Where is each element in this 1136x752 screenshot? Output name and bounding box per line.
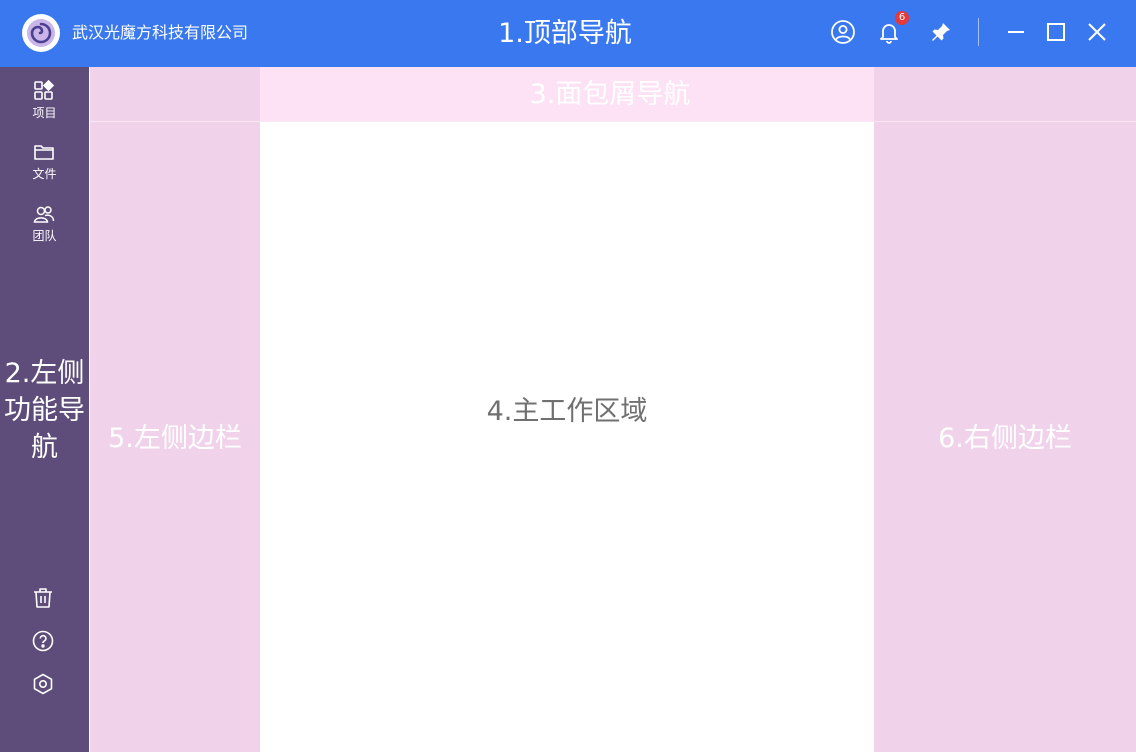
settings-icon[interactable] xyxy=(31,672,55,696)
nav-item-label: 项目 xyxy=(32,106,57,120)
grid-icon xyxy=(32,79,56,103)
left-function-nav: 项目 文件 团队 2.左侧功能导航 xyxy=(0,67,89,752)
pin-icon[interactable] xyxy=(928,19,954,45)
trash-icon[interactable] xyxy=(31,586,55,610)
breadcrumb-label: 3.面包屑导航 xyxy=(529,79,691,110)
left-nav-region-label: 2.左侧功能导航 xyxy=(4,358,85,463)
company-name: 武汉光魔方科技有限公司 xyxy=(72,23,249,42)
right-sidebar-label: 6.右侧边栏 xyxy=(938,423,1072,454)
left-sidebar-label: 5.左侧边栏 xyxy=(108,423,242,454)
nav-item-projects[interactable]: 项目 xyxy=(0,79,89,131)
minimize-icon[interactable] xyxy=(1003,19,1029,45)
folder-icon xyxy=(32,140,56,164)
top-navigation-bar: 武汉光魔方科技有限公司 1.顶部导航 6 xyxy=(0,0,1136,67)
main-work-area-label: 4.主工作区域 xyxy=(486,396,648,427)
nav-item-files[interactable]: 文件 xyxy=(0,140,89,192)
notification-badge: 6 xyxy=(895,11,909,25)
main-work-area xyxy=(260,122,874,752)
maximize-icon[interactable] xyxy=(1043,19,1069,45)
nav-item-team[interactable]: 团队 xyxy=(0,202,89,254)
swirl-logo-icon xyxy=(22,14,60,52)
nav-item-label: 团队 xyxy=(32,229,57,243)
top-nav-title: 1.顶部导航 xyxy=(498,18,632,49)
help-icon[interactable] xyxy=(31,629,55,653)
toolbar-divider xyxy=(978,18,979,46)
close-icon[interactable] xyxy=(1084,19,1110,45)
nav-item-label: 文件 xyxy=(32,167,57,181)
team-icon xyxy=(32,202,56,226)
user-circle-icon[interactable] xyxy=(830,19,856,45)
